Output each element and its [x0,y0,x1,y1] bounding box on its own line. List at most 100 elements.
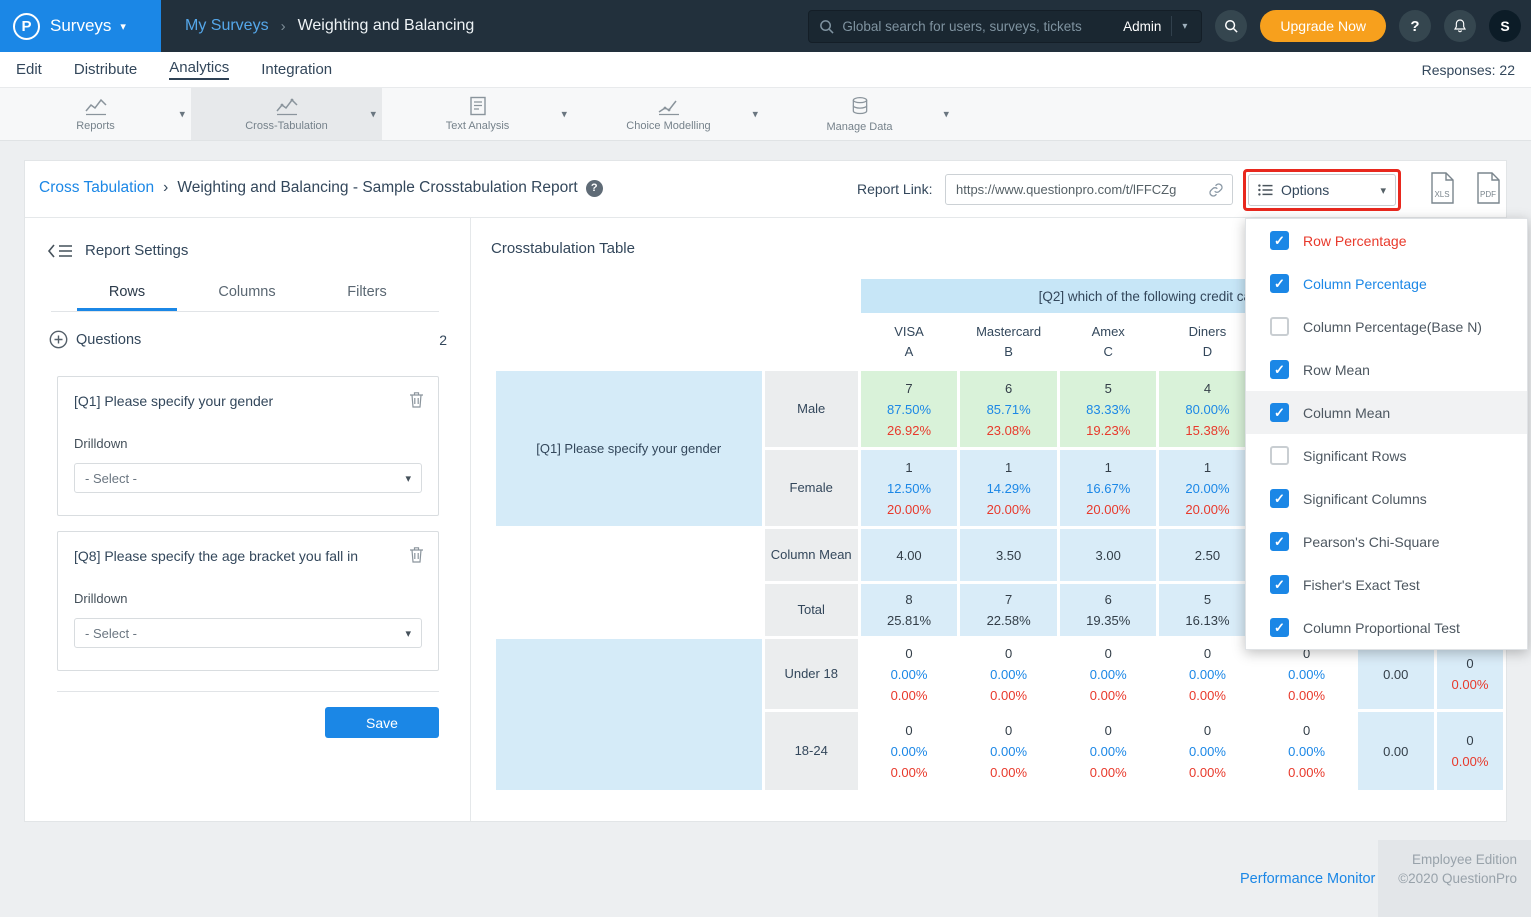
menu-item-row-mean[interactable]: Row Mean [1246,348,1527,391]
link-icon[interactable] [1208,182,1224,198]
tab-columns[interactable]: Columns [197,280,297,311]
checkbox[interactable] [1270,618,1289,637]
question-title: [Q1] Please specify your gender [74,393,422,409]
checkbox[interactable] [1270,360,1289,379]
search-scope-selector[interactable]: Admin [1123,19,1161,34]
row-question-gender: [Q1] Please specify your gender [496,371,762,526]
checkbox[interactable] [1270,446,1289,465]
cell: 3.00 [1060,529,1156,581]
cell: 722.58% [960,584,1057,636]
global-search: Admin ▾ [808,10,1202,43]
checkbox[interactable] [1270,231,1289,250]
save-button[interactable]: Save [325,707,439,738]
crosstab-title: Crosstabulation Table [491,240,635,257]
row-question-age [496,639,762,790]
report-link-field [945,174,1233,205]
menu-item-label: Significant Columns [1303,491,1427,507]
tool-cross-tabulation[interactable]: Cross-Tabulation ▾ [191,88,382,140]
search-icon [819,19,834,34]
search-submit-button[interactable] [1215,10,1247,42]
row-label: Column Mean [765,529,858,581]
cell: 112.50%20.00% [861,450,957,526]
checkbox[interactable] [1270,274,1289,293]
settings-tabs: Rows Columns Filters [51,280,439,312]
nav-item-integration[interactable]: Integration [261,61,332,78]
checkbox[interactable] [1270,489,1289,508]
options-dropdown-menu: Row Percentage Column Percentage Column … [1245,218,1528,650]
nav-item-analytics[interactable]: Analytics [169,59,229,80]
performance-monitor-link[interactable]: Performance Monitor [1240,871,1375,887]
chevron-down-icon: ▾ [405,627,411,640]
nav-item-edit[interactable]: Edit [16,61,42,78]
menu-item-significant-columns[interactable]: Significant Columns [1246,477,1527,520]
questionpro-logo-icon: P [13,13,40,40]
chevron-down-icon: ▾ [120,20,126,33]
questions-row: Questions 2 [49,330,447,349]
notifications-button[interactable] [1444,10,1476,42]
add-question-icon[interactable] [49,330,68,349]
drilldown-select[interactable]: - Select - ▾ [74,618,422,648]
menu-item-label: Row Percentage [1303,233,1407,249]
checkbox[interactable] [1270,317,1289,336]
checkbox[interactable] [1270,575,1289,594]
tool-reports[interactable]: Reports ▾ [0,88,191,140]
chevron-down-icon[interactable]: ▾ [370,108,376,121]
drilldown-select[interactable]: - Select - ▾ [74,463,422,493]
options-list-icon [1258,184,1273,196]
chevron-down-icon[interactable]: ▾ [752,108,758,121]
help-button[interactable]: ? [1399,10,1431,42]
upgrade-now-button[interactable]: Upgrade Now [1260,10,1386,42]
trash-icon[interactable] [409,391,424,413]
chevron-down-icon[interactable]: ▾ [179,108,185,121]
cell: 114.29%20.00% [960,450,1057,526]
tool-text-analysis[interactable]: Text Analysis ▾ [382,88,573,140]
cross-tabulation-link[interactable]: Cross Tabulation [39,179,154,197]
menu-item-significant-rows[interactable]: Significant Rows [1246,434,1527,477]
document-chart-icon [468,96,488,116]
breadcrumb-separator: › [163,179,168,197]
trash-icon[interactable] [409,546,424,568]
cell: 825.81% [861,584,957,636]
options-button[interactable]: Options ▾ [1248,174,1396,206]
tool-label: Choice Modelling [626,120,710,132]
cell: 00.00%0.00% [861,712,957,790]
menu-item-fishers-exact-test[interactable]: Fisher's Exact Test [1246,563,1527,606]
tool-choice-modelling[interactable]: Choice Modelling ▾ [573,88,764,140]
cell: 00.00%0.00% [1159,712,1255,790]
menu-item-row-percentage[interactable]: Row Percentage [1246,219,1527,262]
cell: 00.00%0.00% [1159,639,1255,709]
user-avatar[interactable]: S [1489,10,1521,42]
export-pdf-button[interactable]: PDF [1475,172,1501,209]
search-scope-caret-icon[interactable]: ▾ [1172,21,1193,32]
nav-item-distribute[interactable]: Distribute [74,61,137,78]
menu-item-label: Significant Rows [1303,448,1407,464]
analytics-toolbar: Reports ▾ Cross-Tabulation ▾ Text Analys… [0,88,1531,141]
row-label: 18-24 [765,712,858,790]
product-switcher[interactable]: P Surveys ▾ [0,0,161,52]
tab-rows[interactable]: Rows [77,280,177,311]
tab-filters[interactable]: Filters [317,280,417,311]
options-label: Options [1281,182,1329,198]
menu-item-column-mean[interactable]: Column Mean [1246,391,1527,434]
col-header-mastercard: MastercardB [960,316,1057,368]
help-icon[interactable]: ? [586,180,603,197]
chevron-down-icon[interactable]: ▾ [561,108,567,121]
menu-item-column-percentage[interactable]: Column Percentage [1246,262,1527,305]
report-settings-header: Report Settings [47,242,188,259]
cell: 3.50 [960,529,1057,581]
chevron-down-icon[interactable]: ▾ [943,108,949,121]
tool-label: Manage Data [826,121,892,133]
tool-manage-data[interactable]: Manage Data ▾ [764,88,955,140]
menu-item-column-proportional-test[interactable]: Column Proportional Test [1246,606,1527,649]
menu-item-label: Column Mean [1303,405,1390,421]
collapse-panel-icon[interactable] [47,243,73,259]
menu-item-pearsons-chi-square[interactable]: Pearson's Chi-Square [1246,520,1527,563]
checkbox[interactable] [1270,532,1289,551]
checkbox[interactable] [1270,403,1289,422]
report-link-input[interactable] [956,182,1208,197]
export-xls-button[interactable]: XLS [1429,172,1455,209]
report-settings-panel: Report Settings Rows Columns Filters Que… [25,218,471,821]
breadcrumb-my-surveys[interactable]: My Surveys [185,17,269,35]
search-input[interactable] [842,19,1117,34]
menu-item-column-percentage-base-n[interactable]: Column Percentage(Base N) [1246,305,1527,348]
